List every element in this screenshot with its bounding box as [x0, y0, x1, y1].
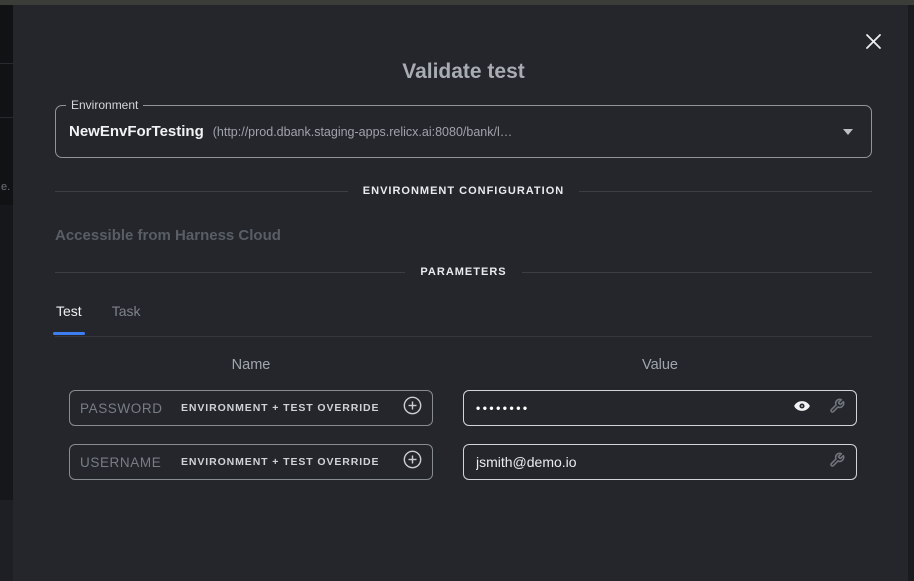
param-name-label: PASSWORD: [80, 401, 181, 416]
background-page-left-strip: e.: [0, 5, 13, 581]
environment-name: NewEnvForTesting: [69, 123, 204, 140]
background-page-section: [0, 500, 13, 581]
close-icon: [865, 33, 882, 55]
dialog-title: Validate test: [55, 60, 872, 84]
password-value-input[interactable]: [476, 401, 776, 415]
wrench-icon: [829, 398, 845, 419]
edit-value-button[interactable]: [828, 453, 846, 471]
environment-configuration-heading: ENVIRONMENT CONFIGURATION: [363, 185, 564, 197]
tab-test[interactable]: Test: [55, 303, 83, 335]
background-page-divider: [0, 63, 13, 64]
background-page-right-strip: [908, 5, 914, 581]
param-override-badge: ENVIRONMENT + TEST OVERRIDE: [181, 402, 379, 414]
divider-line: [55, 272, 405, 273]
tabs-bottom-border: [55, 336, 872, 337]
name-column-header: Name: [69, 357, 433, 373]
environment-select[interactable]: Environment NewEnvForTesting (http://pro…: [55, 105, 872, 158]
divider-line: [55, 191, 348, 192]
username-value-field: [463, 444, 857, 480]
add-override-button[interactable]: [402, 452, 422, 472]
tab-task[interactable]: Task: [111, 303, 142, 335]
table-row: USERNAME ENVIRONMENT + TEST OVERRIDE: [13, 444, 908, 480]
plus-circle-icon: [403, 450, 422, 474]
password-value-field: [463, 390, 857, 426]
background-page-divider: [0, 117, 13, 118]
table-row: PASSWORD ENVIRONMENT + TEST OVERRIDE: [13, 390, 908, 426]
parameters-tabs: Test Task: [55, 303, 141, 335]
show-password-button[interactable]: [793, 399, 811, 417]
wrench-icon: [829, 452, 845, 473]
divider-line: [522, 272, 872, 273]
background-page-section: [0, 205, 13, 500]
chevron-down-icon: [843, 129, 853, 135]
environment-configuration-divider: ENVIRONMENT CONFIGURATION: [55, 185, 872, 197]
validate-test-dialog: Validate test Environment NewEnvForTesti…: [13, 5, 908, 581]
parameters-heading: PARAMETERS: [420, 266, 506, 278]
environment-select-label: Environment: [66, 98, 143, 112]
close-button[interactable]: [859, 30, 887, 58]
edit-value-button[interactable]: [828, 399, 846, 417]
add-override-button[interactable]: [402, 398, 422, 418]
background-page-text: e.: [1, 181, 10, 193]
environment-url: (http://prod.dbank.staging-apps.relicx.a…: [213, 125, 831, 139]
divider-line: [579, 191, 872, 192]
eye-icon: [793, 397, 811, 420]
param-name-label: USERNAME: [80, 455, 181, 470]
username-value-input[interactable]: [476, 454, 811, 470]
username-name-field: USERNAME ENVIRONMENT + TEST OVERRIDE: [69, 444, 433, 480]
parameters-divider: PARAMETERS: [55, 266, 872, 278]
password-name-field: PASSWORD ENVIRONMENT + TEST OVERRIDE: [69, 390, 433, 426]
accessible-from-harness-cloud-text: Accessible from Harness Cloud: [55, 227, 281, 244]
param-override-badge: ENVIRONMENT + TEST OVERRIDE: [181, 456, 379, 468]
plus-circle-icon: [403, 396, 422, 420]
value-column-header: Value: [463, 357, 857, 373]
